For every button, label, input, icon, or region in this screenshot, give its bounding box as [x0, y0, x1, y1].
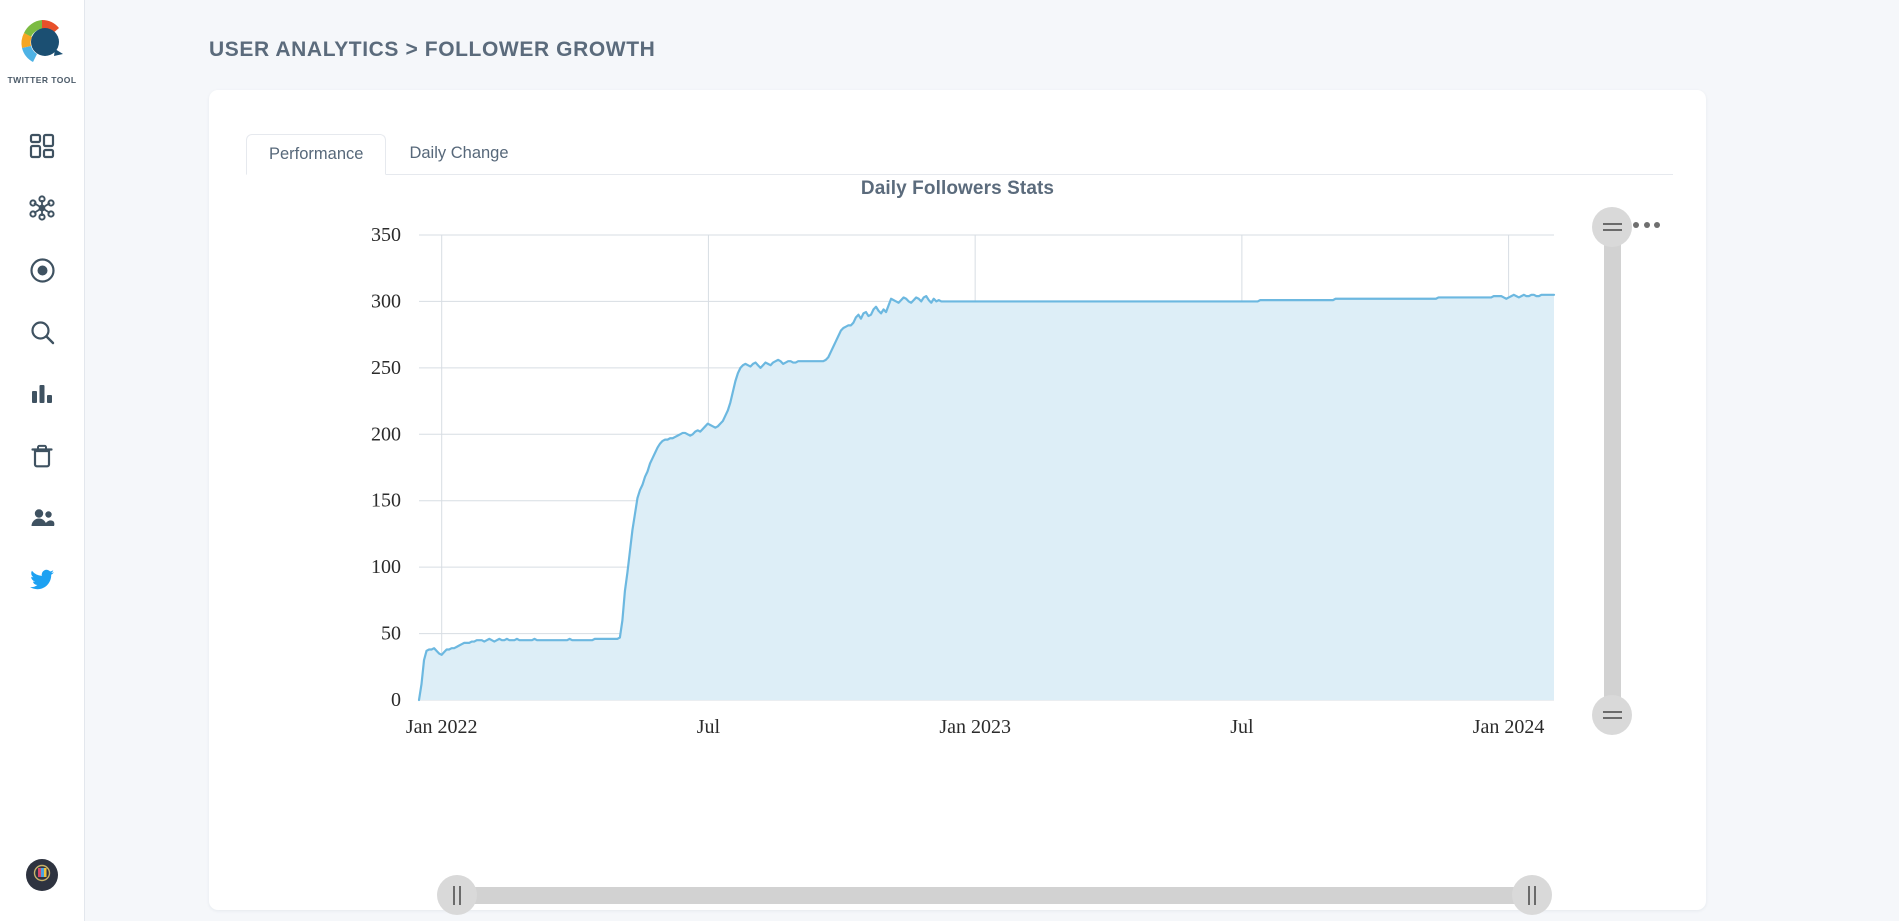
- search-icon: [29, 319, 56, 346]
- y-slider-handle-top[interactable]: [1592, 207, 1632, 247]
- followers-area-chart[interactable]: 0 50 100 150 200 250 300 350 Jan 2022 Jul Jan 2023…: [209, 210, 1706, 770]
- svg-text:Jan 2023: Jan 2023: [939, 716, 1011, 738]
- sidebar-item-twitter[interactable]: [0, 549, 84, 611]
- trash-icon: [29, 443, 55, 469]
- tab-daily-change[interactable]: Daily Change: [386, 133, 531, 175]
- three-dots-icon: [1654, 222, 1660, 228]
- target-circle-icon: [29, 257, 56, 284]
- avatar[interactable]: [26, 859, 58, 891]
- grip-handle-icon: [453, 886, 461, 905]
- breadcrumb: USER ANALYTICS > FOLLOWER GROWTH: [209, 38, 655, 62]
- three-dots-icon: [1633, 222, 1639, 228]
- brand-name: TWITTER TOOL: [8, 75, 77, 85]
- grip-handle-icon: [1603, 711, 1622, 719]
- y-slider-handle-bottom[interactable]: [1592, 695, 1632, 735]
- sidebar-item-users[interactable]: [0, 487, 84, 549]
- bar-chart-icon: [29, 381, 55, 407]
- sidebar-item-target[interactable]: [0, 239, 84, 301]
- twitter-bird-icon: [28, 566, 56, 594]
- svg-text:0: 0: [391, 689, 401, 711]
- x-slider-track[interactable]: [457, 887, 1532, 904]
- sidebar-item-dashboard[interactable]: [0, 115, 84, 177]
- svg-text:Jan 2022: Jan 2022: [406, 716, 478, 738]
- chart-plot-area: 0 50 100 150 200 250 300 350 Jan 2022 Jul Jan 2023…: [209, 210, 1706, 770]
- svg-text:100: 100: [371, 556, 401, 578]
- users-icon: [29, 505, 56, 532]
- svg-text:150: 150: [371, 490, 401, 512]
- dashboard-grid-icon: [29, 133, 55, 159]
- sidebar-nav: [0, 115, 84, 611]
- chart-title: Daily Followers Stats: [209, 178, 1706, 200]
- avatar-container: [0, 859, 84, 891]
- svg-text:200: 200: [371, 423, 401, 445]
- y-axis-range-slider[interactable]: [1592, 207, 1632, 737]
- circleboom-logo-icon: [16, 16, 68, 68]
- svg-text:50: 50: [381, 623, 401, 645]
- svg-text:300: 300: [371, 290, 401, 312]
- svg-text:250: 250: [371, 357, 401, 379]
- y-slider-track[interactable]: [1604, 224, 1621, 719]
- sidebar: TWITTER TOOL: [0, 0, 85, 921]
- analytics-card: Performance Daily Change Daily Followers…: [209, 90, 1706, 910]
- app-root: TWITTER TOOL: [0, 0, 1899, 921]
- sidebar-item-analytics[interactable]: [0, 363, 84, 425]
- avatar-badge-icon: [29, 862, 55, 888]
- svg-text:Jul: Jul: [1230, 716, 1254, 738]
- tab-bar: Performance Daily Change: [246, 128, 1673, 175]
- sidebar-item-search[interactable]: [0, 301, 84, 363]
- x-axis-range-slider[interactable]: [437, 875, 1552, 915]
- svg-text:350: 350: [371, 224, 401, 246]
- tab-performance[interactable]: Performance: [246, 134, 386, 176]
- x-slider-handle-left[interactable]: [437, 875, 477, 915]
- grip-handle-icon: [1603, 223, 1622, 231]
- svg-text:Jul: Jul: [697, 716, 721, 738]
- grip-handle-icon: [1528, 886, 1536, 905]
- x-slider-handle-right[interactable]: [1512, 875, 1552, 915]
- chart-menu-button[interactable]: [1633, 222, 1660, 228]
- svg-text:Jan 2024: Jan 2024: [1473, 716, 1545, 738]
- brand[interactable]: TWITTER TOOL: [8, 16, 77, 85]
- main-content: USER ANALYTICS > FOLLOWER GROWTH Perform…: [85, 0, 1899, 921]
- network-nodes-icon: [28, 194, 56, 222]
- sidebar-item-delete[interactable]: [0, 425, 84, 487]
- three-dots-icon: [1644, 222, 1650, 228]
- sidebar-item-network[interactable]: [0, 177, 84, 239]
